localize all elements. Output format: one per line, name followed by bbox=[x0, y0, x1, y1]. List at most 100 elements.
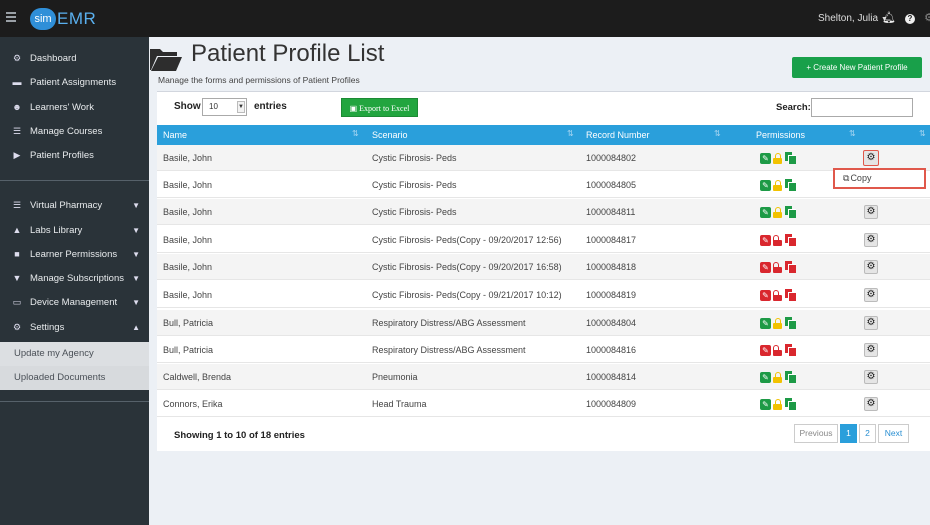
table-row: Connors, Erika Head Trauma 1000084809 ✎ ⚙ bbox=[157, 391, 930, 417]
edit-icon[interactable]: ✎ bbox=[760, 344, 771, 356]
cell-name: Bull, Patricia bbox=[163, 345, 214, 355]
search-label: Search: bbox=[776, 102, 811, 113]
page-size-select[interactable]: 10 ▼ bbox=[202, 98, 247, 116]
row-actions-gear-icon[interactable]: ⚙ bbox=[864, 205, 878, 219]
page-1-button[interactable]: 1 bbox=[840, 424, 857, 443]
sidebar-item-5[interactable]: ☰ Virtual Pharmacy ▼ bbox=[0, 193, 149, 217]
row-actions-gear-icon[interactable]: ⚙ bbox=[863, 150, 879, 166]
sort-icon[interactable]: ⇅ bbox=[919, 129, 926, 138]
copy-permission-icon[interactable] bbox=[785, 152, 796, 164]
create-patient-profile-button[interactable]: + Create New Patient Profile bbox=[792, 57, 922, 78]
user-menu[interactable]: Shelton, Julia ▼ bbox=[818, 13, 888, 24]
column-header-name[interactable]: Name bbox=[163, 130, 187, 140]
unlock-icon[interactable] bbox=[773, 289, 782, 301]
search-input[interactable] bbox=[811, 98, 913, 117]
sort-asc-icon[interactable]: ⇅ bbox=[352, 129, 359, 138]
edit-icon[interactable]: ✎ bbox=[760, 206, 771, 218]
chevron-down-icon[interactable]: ▼ bbox=[132, 201, 140, 210]
export-excel-button[interactable]: ▣ Export to Excel bbox=[341, 98, 418, 117]
chevron-down-icon[interactable]: ▼ bbox=[132, 226, 140, 235]
sidebar-item-0[interactable]: ⚙ Dashboard bbox=[0, 46, 149, 70]
chevron-up-icon[interactable]: ▲ bbox=[132, 323, 140, 332]
edit-icon[interactable]: ✎ bbox=[760, 179, 771, 191]
help-icon[interactable]: ? bbox=[903, 11, 917, 25]
copy-permission-icon[interactable] bbox=[785, 289, 796, 301]
copy-permission-icon[interactable] bbox=[785, 317, 796, 329]
bell-icon[interactable]: 🔔︎ bbox=[882, 11, 896, 25]
chevron-down-icon[interactable]: ▼ bbox=[132, 250, 140, 259]
row-actions-gear-icon[interactable]: ⚙ bbox=[864, 370, 878, 384]
hamburger-menu-icon[interactable] bbox=[6, 12, 16, 24]
lock-icon[interactable] bbox=[773, 317, 782, 329]
page-2-button[interactable]: 2 bbox=[859, 424, 876, 443]
edit-icon[interactable]: ✎ bbox=[760, 152, 771, 164]
lock-icon[interactable] bbox=[773, 398, 782, 410]
sidebar-item-4[interactable]: ▶ Patient Profiles bbox=[0, 143, 149, 167]
sidebar-item-label: Device Management bbox=[30, 296, 118, 308]
cell-name: Bull, Patricia bbox=[163, 318, 214, 328]
cell-record-number: 1000084809 bbox=[586, 399, 637, 409]
unlock-icon[interactable] bbox=[773, 234, 782, 246]
cell-scenario: Cystic Fibrosis- Peds bbox=[372, 207, 457, 217]
lock-icon[interactable] bbox=[773, 206, 782, 218]
export-label: Export to Excel bbox=[359, 104, 410, 113]
row-actions-gear-icon[interactable]: ⚙ bbox=[864, 397, 878, 411]
copy-permission-icon[interactable] bbox=[785, 234, 796, 246]
copy-permission-icon[interactable] bbox=[785, 398, 796, 410]
table-row: Bull, Patricia Respiratory Distress/ABG A… bbox=[157, 337, 930, 363]
table-row: Basile, John Cystic Fibrosis- Peds(Copy -… bbox=[157, 282, 930, 308]
sort-icon[interactable]: ⇅ bbox=[567, 129, 574, 138]
cell-scenario: Respiratory Distress/ABG Assessment bbox=[372, 318, 526, 328]
lock-icon[interactable] bbox=[773, 371, 782, 383]
app-logo[interactable]: sim EMR bbox=[30, 8, 96, 30]
column-header-permissions[interactable]: Permissions bbox=[756, 130, 805, 140]
copy-permission-icon[interactable] bbox=[785, 261, 796, 273]
gear-icon[interactable]: ⚙ bbox=[922, 11, 930, 25]
sidebar-item-6[interactable]: ▲ Labs Library ▼ bbox=[0, 218, 149, 242]
chevron-down-icon[interactable]: ▼ bbox=[132, 274, 140, 283]
cell-name: Basile, John bbox=[163, 153, 213, 163]
sidebar-item-8[interactable]: ▼ Manage Subscriptions ▼ bbox=[0, 266, 149, 290]
sort-icon[interactable]: ⇅ bbox=[714, 129, 721, 138]
edit-icon[interactable]: ✎ bbox=[760, 289, 771, 301]
edit-icon[interactable]: ✎ bbox=[760, 317, 771, 329]
sidebar-item-9[interactable]: ▭ Device Management ▼ bbox=[0, 290, 149, 314]
chevron-down-icon[interactable]: ▼ bbox=[132, 298, 140, 307]
sidebar-item-2[interactable]: ☻ Learners' Work bbox=[0, 95, 149, 119]
unlock-icon[interactable] bbox=[773, 261, 782, 273]
row-actions-gear-icon[interactable]: ⚙ bbox=[864, 233, 878, 247]
column-header-scenario[interactable]: Scenario bbox=[372, 130, 408, 140]
sidebar-item-7[interactable]: ■ Learner Permissions ▼ bbox=[0, 242, 149, 266]
copy-menu-item[interactable]: ⧉Copy bbox=[833, 168, 926, 189]
lock-icon[interactable] bbox=[773, 152, 782, 164]
previous-page-button[interactable]: Previous bbox=[794, 424, 838, 443]
row-actions-gear-icon[interactable]: ⚙ bbox=[864, 260, 878, 274]
row-actions-gear-icon[interactable]: ⚙ bbox=[864, 343, 878, 357]
sort-icon[interactable]: ⇅ bbox=[849, 129, 856, 138]
row-actions-gear-icon[interactable]: ⚙ bbox=[864, 316, 878, 330]
unlock-icon[interactable] bbox=[773, 344, 782, 356]
sidebar-item-1[interactable]: ▬ Patient Assignments bbox=[0, 70, 149, 94]
copy-icon: ⧉ bbox=[843, 173, 850, 183]
settings-subitem[interactable]: Update my Agency bbox=[0, 342, 149, 366]
sidebar-divider bbox=[0, 401, 149, 402]
copy-permission-icon[interactable] bbox=[785, 344, 796, 356]
copy-permission-icon[interactable] bbox=[785, 179, 796, 191]
edit-icon[interactable]: ✎ bbox=[760, 398, 771, 410]
next-page-button[interactable]: Next bbox=[878, 424, 909, 443]
copy-permission-icon[interactable] bbox=[785, 206, 796, 218]
sidebar-item-label: Manage Courses bbox=[30, 125, 103, 137]
cell-record-number: 1000084817 bbox=[586, 235, 637, 245]
copy-permission-icon[interactable] bbox=[785, 371, 796, 383]
sidebar-item-3[interactable]: ☰ Manage Courses bbox=[0, 119, 149, 143]
edit-icon[interactable]: ✎ bbox=[760, 261, 771, 273]
lock-icon[interactable] bbox=[773, 179, 782, 191]
edit-icon[interactable]: ✎ bbox=[760, 234, 771, 246]
sidebar-item-10[interactable]: ⚙ Settings ▲ bbox=[0, 315, 149, 339]
cell-record-number: 1000084805 bbox=[586, 180, 637, 190]
row-actions-gear-icon[interactable]: ⚙ bbox=[864, 288, 878, 302]
edit-icon[interactable]: ✎ bbox=[760, 371, 771, 383]
column-header-record-number[interactable]: Record Number bbox=[586, 130, 650, 140]
sidebar-item-label: Settings bbox=[30, 321, 65, 333]
settings-subitem[interactable]: Uploaded Documents bbox=[0, 366, 149, 390]
